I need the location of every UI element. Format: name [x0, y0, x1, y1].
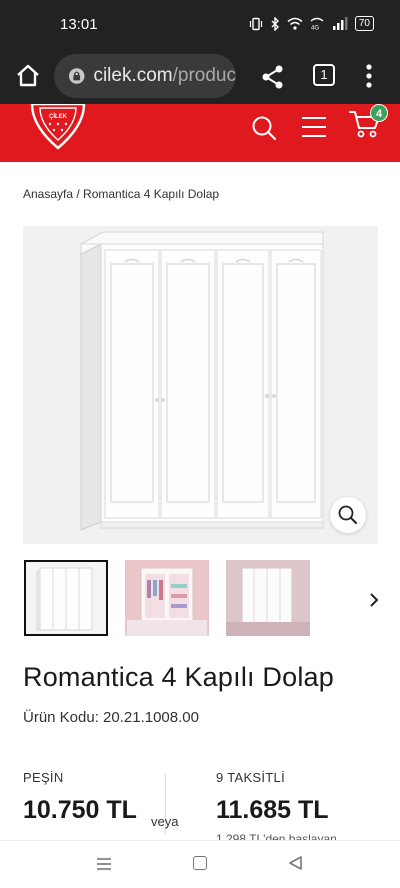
home-icon[interactable] — [193, 856, 207, 870]
cilek-logo[interactable]: ÇİLEK — [30, 104, 86, 150]
status-bar: 13:01 4G 70 — [0, 0, 400, 50]
search-icon[interactable] — [250, 114, 278, 142]
battery-icon: 70 — [354, 16, 374, 31]
browser-menu-icon[interactable] — [360, 62, 378, 90]
address-bar[interactable]: cilek.com/produc — [54, 54, 236, 98]
installment-price-label: 9 TAKSİTLİ — [216, 770, 285, 785]
installment-price: 11.685 TL — [216, 796, 329, 824]
wifi-icon — [287, 17, 303, 30]
zoom-icon — [338, 505, 357, 524]
product-main-image[interactable] — [23, 226, 378, 544]
back-icon[interactable] — [287, 855, 303, 871]
breadcrumb[interactable]: Anasayfa / Romantica 4 Kapılı Dolap — [23, 187, 219, 201]
url-path: /produc — [172, 65, 236, 86]
url-domain: cilek.com — [93, 65, 173, 86]
thumbnail-3[interactable] — [226, 560, 310, 636]
chevron-right-icon[interactable] — [366, 590, 382, 610]
signal-icon — [332, 17, 348, 30]
recent-apps-icon[interactable] — [96, 857, 112, 871]
cash-price-label: PEŞİN — [23, 770, 64, 785]
thumbnail-1[interactable] — [24, 560, 108, 636]
status-icons: 4G 70 — [249, 16, 374, 31]
svg-text:4G: 4G — [311, 26, 319, 31]
or-label: veya — [151, 814, 179, 829]
thumbnail-open-wardrobe-image — [125, 560, 209, 636]
volte-icon: 4G — [310, 17, 324, 31]
site-info-icon[interactable] — [68, 67, 85, 85]
svg-text:ÇİLEK: ÇİLEK — [49, 113, 68, 120]
thumbnail-2[interactable] — [125, 560, 209, 636]
wardrobe-illustration — [23, 226, 378, 544]
url-text: cilek.com/produc — [93, 65, 236, 87]
zoom-button[interactable] — [330, 497, 366, 533]
hamburger-menu-icon[interactable] — [300, 114, 328, 140]
thumbnail-wardrobe-image — [26, 562, 106, 634]
cart-count-badge: 4 — [370, 104, 388, 122]
share-icon[interactable] — [258, 62, 288, 92]
cash-price: 10.750 TL — [23, 796, 137, 824]
browser-toolbar: cilek.com/produc 1 — [0, 50, 400, 104]
bluetooth-icon — [271, 16, 279, 31]
tabs-button[interactable]: 1 — [313, 64, 335, 86]
browser-home-icon[interactable] — [12, 60, 44, 92]
thumbnail-room-image — [226, 560, 310, 636]
status-time: 13:01 — [60, 16, 98, 33]
system-navigation-bar — [0, 840, 400, 888]
vibrate-icon — [249, 17, 262, 30]
product-code: Ürün Kodu: 20.21.1008.00 — [23, 709, 199, 726]
product-title: Romantica 4 Kapılı Dolap — [23, 662, 334, 692]
